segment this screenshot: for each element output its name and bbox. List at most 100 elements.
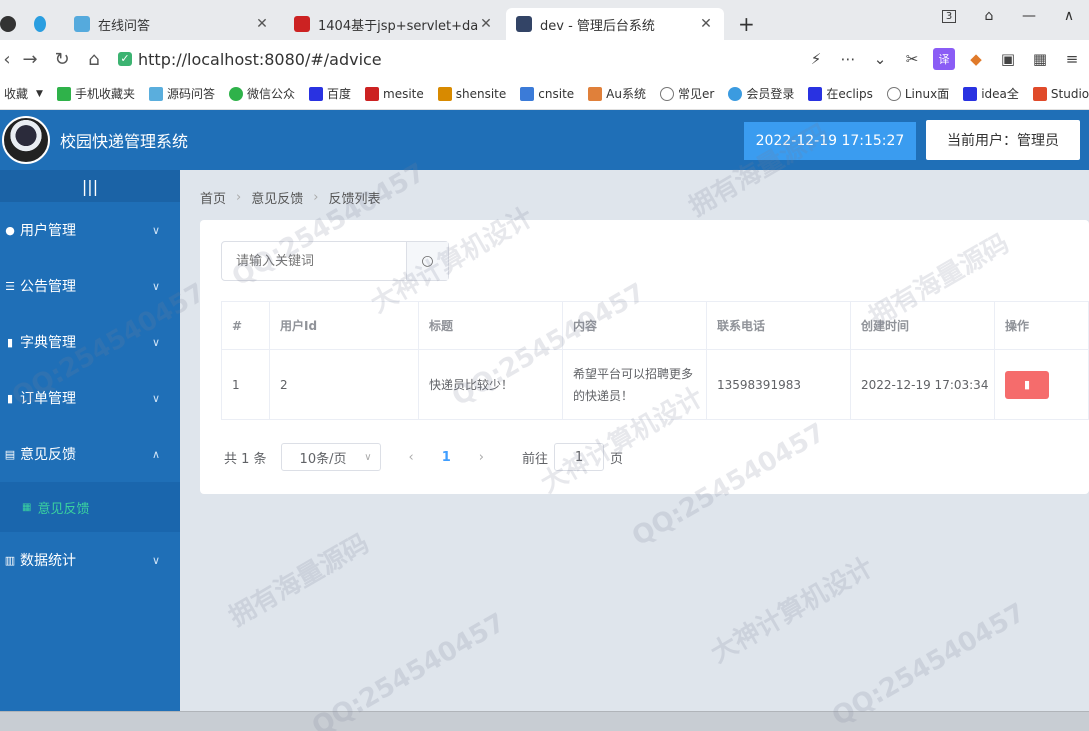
bookmark-item[interactable]: 在eclips bbox=[808, 85, 873, 102]
column-header: 操作 bbox=[994, 301, 1089, 350]
datetime-display: 2022-12-19 17:15:27 bbox=[744, 122, 916, 160]
pagination: 共 1 条 10条/页 ∨ ‹ 1 › 前往 1 页 bbox=[224, 443, 623, 471]
goto-page-input[interactable]: 1 bbox=[554, 443, 605, 471]
cell-title: 快递员比较少！ bbox=[418, 349, 563, 420]
reload-icon[interactable]: ↻ bbox=[46, 43, 78, 75]
bookmark-item[interactable]: 微信公众 bbox=[228, 85, 295, 102]
prev-page-button[interactable]: ‹ bbox=[409, 450, 414, 465]
menu-icon[interactable]: ≡ bbox=[1061, 48, 1083, 70]
bookmark-item[interactable]: Studio bbox=[1032, 86, 1089, 101]
breadcrumb-feedback[interactable]: 意见反馈 bbox=[251, 188, 303, 207]
chart-icon: ▥ bbox=[4, 553, 16, 567]
bookmark-item[interactable]: 百度 bbox=[308, 85, 351, 102]
tab-title: 在线问答 bbox=[98, 18, 151, 34]
chevron-down-icon: ∨ bbox=[364, 451, 372, 463]
chevron-down-icon[interactable]: ⌄ bbox=[869, 48, 891, 70]
close-icon[interactable]: ✕ bbox=[478, 16, 494, 32]
current-user-button[interactable]: 当前用户：管理员 bbox=[926, 120, 1080, 160]
sidebar-item-dictionary[interactable]: ▮ 字典管理 ∨ bbox=[0, 314, 180, 370]
qa-icon bbox=[148, 86, 163, 101]
bookmark-item[interactable]: Au系统 bbox=[588, 85, 646, 102]
home-icon[interactable]: ⌂ bbox=[78, 43, 110, 75]
browser-tab-qa[interactable]: 在线问答 ✕ bbox=[64, 8, 280, 40]
bookmark-item[interactable]: 手机收藏夹 bbox=[56, 85, 135, 102]
bookmark-item[interactable]: 会员登录 bbox=[728, 85, 794, 102]
sidebar-item-users[interactable]: ● 用户管理 ∨ bbox=[0, 202, 180, 258]
app-header: 校园快递管理系统 2022-12-19 17:15:27 当前用户：管理员 bbox=[0, 110, 1089, 170]
bookmark-item[interactable]: cnsite bbox=[520, 86, 574, 101]
tab-counter-icon[interactable]: 3 bbox=[929, 0, 969, 32]
grid-icon: ▦ bbox=[22, 501, 32, 513]
shirt-icon[interactable]: ⌂ bbox=[969, 0, 1009, 32]
bookmark-item[interactable]: idea全 bbox=[963, 85, 1019, 102]
forward-icon[interactable]: → bbox=[14, 43, 46, 75]
scissors-icon[interactable]: ✂ bbox=[901, 48, 923, 70]
bookmark-item[interactable]: 常见er bbox=[660, 85, 714, 102]
user-icon: ● bbox=[5, 223, 15, 237]
cell-created: 2022-12-19 17:03:34 bbox=[850, 349, 995, 420]
page-size-select[interactable]: 10条/页 ∨ bbox=[280, 443, 381, 471]
new-tab-button[interactable]: + bbox=[728, 8, 760, 40]
browser-tab-bar: 在线问答 ✕ 1404基于jsp+servlet+dao无 ✕ dev - 管理… bbox=[0, 0, 1089, 40]
shield-icon: ✓ bbox=[118, 52, 132, 66]
site-icon bbox=[1032, 86, 1047, 101]
close-icon[interactable]: ✕ bbox=[254, 16, 270, 32]
wechat-icon bbox=[228, 86, 243, 101]
baidu-icon bbox=[308, 86, 323, 101]
phone-icon bbox=[56, 86, 71, 101]
baidu-icon bbox=[808, 86, 823, 101]
translate-icon[interactable]: 译 bbox=[933, 48, 955, 70]
lock-icon: ▮ bbox=[6, 391, 14, 405]
bookmark-item[interactable]: Linux面 bbox=[886, 85, 949, 102]
site-icon bbox=[520, 86, 535, 101]
cloud-icon bbox=[728, 86, 743, 101]
close-icon[interactable]: ✕ bbox=[698, 16, 714, 32]
total-count: 共 1 条 bbox=[224, 451, 267, 467]
browser-tab-jsp[interactable]: 1404基于jsp+servlet+dao无 ✕ bbox=[284, 8, 504, 40]
column-header: 用户Id bbox=[269, 301, 419, 350]
apps-icon[interactable]: ▦ bbox=[1029, 48, 1051, 70]
page-number[interactable]: 1 bbox=[442, 450, 451, 465]
breadcrumb-separator: › bbox=[313, 190, 319, 205]
url-field[interactable]: ✓ http://localhost:8080/#/advice bbox=[118, 44, 778, 74]
sidebar-item-statistics[interactable]: ▥ 数据统计 ∨ bbox=[0, 532, 180, 588]
back-icon[interactable]: ‹ bbox=[0, 43, 14, 75]
bookmark-item[interactable]: 源码问答 bbox=[148, 85, 215, 102]
sidebar-item-notices[interactable]: ☰ 公告管理 ∨ bbox=[0, 258, 180, 314]
collapse-menu-button[interactable]: ||| bbox=[0, 170, 180, 202]
window-controls: 3 ⌂ — ∧ bbox=[929, 0, 1089, 32]
breadcrumb-current: 反馈列表 bbox=[328, 192, 381, 207]
site-icon bbox=[365, 86, 379, 101]
chevron-down-icon: ∨ bbox=[151, 223, 160, 237]
sidebar-subitem-feedback[interactable]: ▦ 意见反馈 bbox=[0, 482, 180, 532]
more-icon[interactable]: ⋯ bbox=[837, 48, 859, 70]
bookmark-item[interactable]: mesite bbox=[365, 86, 424, 101]
sidebar-item-feedback[interactable]: ▤ 意见反馈 ∧ bbox=[0, 426, 180, 482]
breadcrumb-home[interactable]: 首页 bbox=[200, 188, 226, 207]
sidebar: ||| ● 用户管理 ∨ ☰ 公告管理 ∨ ▮ 字典管理 ∨ ▮ 订单管理 ∨ … bbox=[0, 170, 180, 711]
window-menu-icon[interactable]: ∧ bbox=[1049, 0, 1089, 32]
address-bar: ‹ → ↻ ⌂ ✓ http://localhost:8080/#/advice… bbox=[0, 40, 1089, 78]
window-bottom-border bbox=[0, 711, 1089, 731]
globe-icon bbox=[660, 86, 674, 101]
delete-button[interactable]: ▮ bbox=[1005, 370, 1049, 399]
minimize-icon[interactable]: — bbox=[1009, 0, 1049, 32]
trash-icon: ▮ bbox=[1023, 377, 1031, 391]
site-icon bbox=[437, 86, 452, 101]
app-title: 校园快递管理系统 bbox=[60, 132, 189, 151]
chevron-up-icon: ∧ bbox=[151, 447, 160, 461]
search-button[interactable]: ○ bbox=[406, 242, 448, 280]
lightning-icon[interactable]: ⚡ bbox=[805, 48, 827, 70]
game-icon[interactable]: ◆ bbox=[965, 48, 987, 70]
chevron-down-icon: ∨ bbox=[151, 335, 160, 349]
bookmark-item[interactable]: shensite bbox=[437, 86, 506, 101]
browser-tab-profile[interactable] bbox=[0, 8, 24, 40]
bookmark-item[interactable]: 收藏 ▼ bbox=[4, 85, 43, 102]
sidebar-item-orders[interactable]: ▮ 订单管理 ∨ bbox=[0, 370, 180, 426]
next-page-button[interactable]: › bbox=[479, 450, 484, 465]
browser-tab-dev[interactable]: dev - 管理后台系统 ✕ bbox=[506, 8, 724, 40]
box-icon[interactable]: ▣ bbox=[997, 48, 1019, 70]
chevron-down-icon: ∨ bbox=[151, 391, 160, 405]
telegram-icon[interactable] bbox=[24, 8, 64, 40]
search-input[interactable] bbox=[222, 242, 406, 280]
